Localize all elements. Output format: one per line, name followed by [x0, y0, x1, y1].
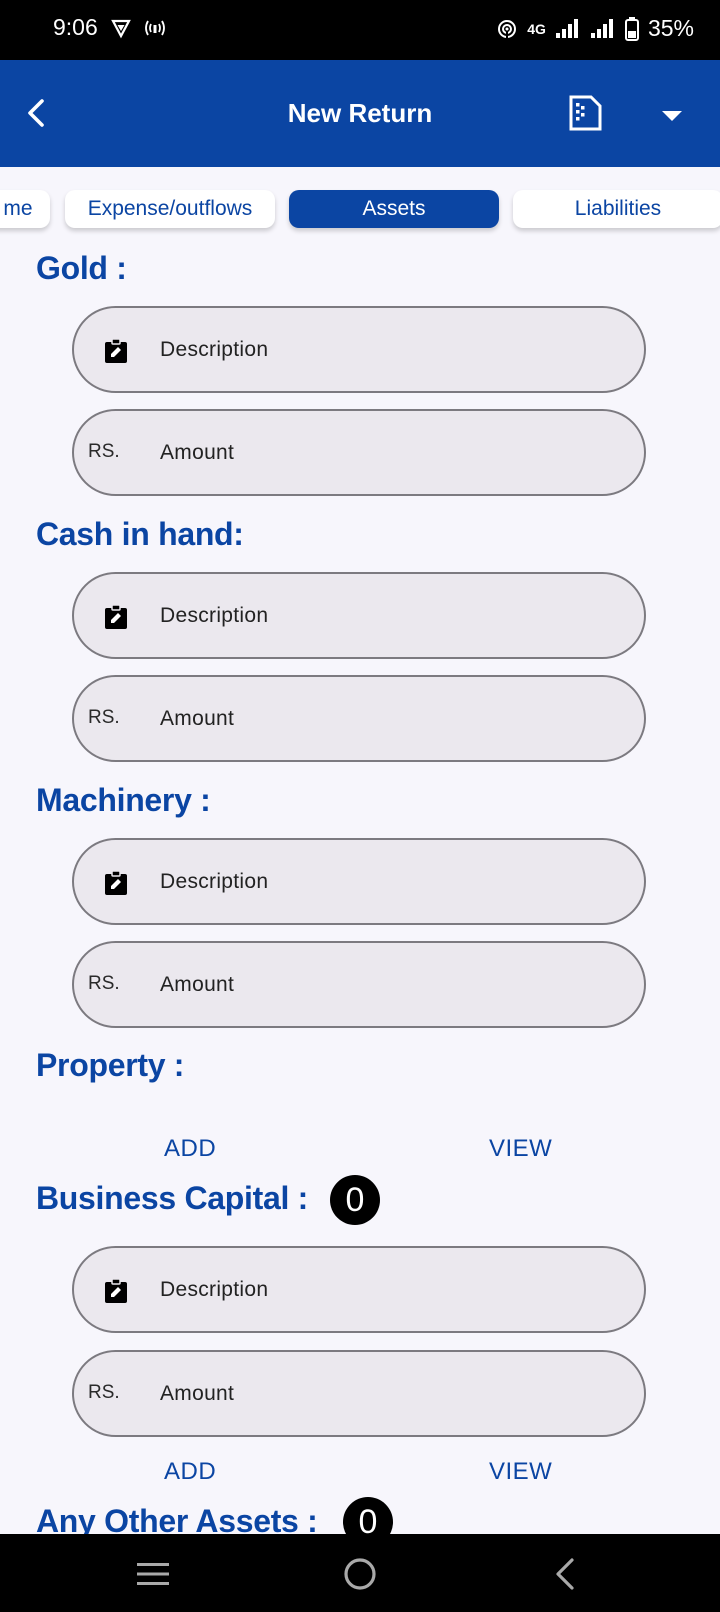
cash-amount-field[interactable]: RS. Amount [72, 675, 646, 762]
property-add-button[interactable]: ADD [164, 1135, 216, 1163]
gold-amount-field[interactable]: RS. Amount [72, 409, 646, 496]
cash-in-hand-title: Cash in hand: [36, 516, 244, 552]
home-icon[interactable] [340, 1554, 380, 1594]
business-capital-add-button[interactable]: ADD [164, 1458, 216, 1486]
battery-icon [624, 16, 639, 41]
machinery-amount-field[interactable]: RS. Amount [72, 941, 646, 1028]
tab-liabilities[interactable]: Liabilities [513, 190, 720, 228]
business-capital-view-button[interactable]: VIEW [489, 1458, 552, 1486]
signal-icon-2 [590, 18, 613, 38]
currency-prefix: RS. [88, 441, 120, 462]
currency-prefix: RS. [88, 707, 120, 728]
vpn-shield-icon [111, 19, 131, 39]
business-capital-title: Business Capital : [36, 1180, 309, 1216]
caret-down-icon[interactable] [654, 97, 690, 133]
machinery-description-field[interactable]: Description [72, 838, 646, 925]
amount-placeholder: Amount [160, 707, 235, 730]
wifi-calling-icon [498, 19, 517, 38]
gold-title: Gold : [36, 250, 127, 286]
clipboard-edit-icon [105, 1278, 127, 1303]
battery-percentage: 35% [647, 15, 694, 41]
signal-icon [555, 18, 578, 38]
machinery-title: Machinery : [36, 782, 211, 818]
tab-bar: me Expense/outflows Assets Liabilities [0, 167, 720, 237]
currency-prefix: RS. [88, 1382, 120, 1403]
cash-description-field[interactable]: Description [72, 572, 646, 659]
back-icon[interactable] [547, 1554, 587, 1594]
clipboard-edit-icon [105, 338, 127, 363]
property-view-button[interactable]: VIEW [489, 1135, 552, 1163]
description-placeholder: Description [160, 338, 269, 361]
amount-placeholder: Amount [160, 441, 235, 464]
business-capital-amount-field[interactable]: RS. Amount [72, 1350, 646, 1437]
business-capital-description-field[interactable]: Description [72, 1246, 646, 1333]
app-bar: New Return [0, 60, 720, 167]
clipboard-edit-icon [105, 870, 127, 895]
description-placeholder: Description [160, 604, 269, 627]
amount-placeholder: Amount [160, 1382, 235, 1405]
tab-expense-outflows[interactable]: Expense/outflows [65, 190, 275, 228]
hotspot-icon [145, 20, 165, 36]
tab-assets[interactable]: Assets [289, 190, 499, 228]
business-capital-count-badge: 0 [330, 1175, 380, 1225]
currency-prefix: RS. [88, 973, 120, 994]
gold-description-field[interactable]: Description [72, 306, 646, 393]
system-nav-bar [0, 1534, 720, 1612]
tab-income[interactable]: me [0, 190, 50, 228]
property-title: Property : [36, 1047, 185, 1083]
clipboard-edit-icon [105, 604, 127, 629]
page-title: New Return [287, 98, 433, 128]
recents-icon[interactable] [133, 1554, 173, 1594]
status-bar: 9:06 4G 35% [0, 0, 720, 60]
description-placeholder: Description [160, 1278, 269, 1301]
amount-placeholder: Amount [160, 973, 235, 996]
network-type: 4G [527, 20, 546, 37]
description-placeholder: Description [160, 870, 269, 893]
document-icon[interactable] [565, 93, 605, 133]
status-time: 9:06 [53, 14, 98, 40]
